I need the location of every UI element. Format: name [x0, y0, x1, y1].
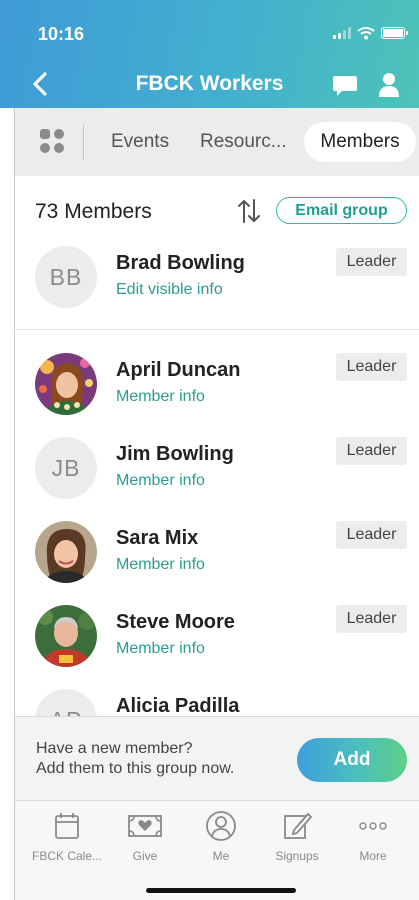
- nav-label: Give: [132, 849, 158, 863]
- add-member-banner: Have a new member? Add them to this grou…: [14, 716, 419, 800]
- chat-icon[interactable]: [332, 74, 358, 98]
- add-member-line1: Have a new member?: [36, 740, 193, 757]
- nav-item-calendar[interactable]: FBCK Cale...: [29, 809, 105, 863]
- avatar: AP: [35, 689, 97, 716]
- grid-icon[interactable]: [39, 128, 65, 154]
- member-row[interactable]: Steve Moore Member info Leader: [15, 605, 419, 687]
- member-info-link[interactable]: Member info: [116, 640, 205, 658]
- member-name: Brad Bowling: [116, 252, 245, 274]
- wifi-icon: [357, 27, 375, 40]
- tab-resources[interactable]: Resourc...: [200, 131, 287, 153]
- member-info-link[interactable]: Member info: [116, 388, 205, 406]
- member-row-self[interactable]: BB Brad Bowling Edit visible info Leader: [15, 246, 419, 328]
- user-circle-icon: [206, 811, 236, 841]
- nav-item-signups[interactable]: Signups: [259, 809, 335, 863]
- add-member-button[interactable]: Add: [297, 738, 407, 782]
- edit-icon: [284, 812, 313, 839]
- leader-badge: Leader: [336, 248, 407, 276]
- nav-item-give[interactable]: Give: [107, 809, 183, 863]
- group-tabs: Events Resourc... Members: [14, 108, 419, 176]
- member-name: Alicia Padilla: [116, 695, 240, 716]
- person-icon[interactable]: [378, 72, 400, 98]
- divider: [15, 329, 419, 330]
- email-group-button[interactable]: Email group: [276, 197, 407, 224]
- status-time: 10:16: [38, 24, 85, 44]
- nav-label: Me: [212, 849, 230, 863]
- status-indicators: [333, 24, 408, 42]
- signal-icon: [333, 27, 351, 39]
- add-member-line2: Add them to this group now.: [36, 760, 235, 777]
- member-name: Steve Moore: [116, 611, 235, 633]
- edit-visible-info-link[interactable]: Edit visible info: [116, 281, 223, 299]
- avatar-photo: [35, 521, 97, 583]
- tab-events[interactable]: Events: [111, 131, 169, 153]
- member-name: April Duncan: [116, 359, 241, 381]
- leader-badge: Leader: [336, 353, 407, 381]
- sort-icon[interactable]: [237, 198, 261, 224]
- members-list[interactable]: 73 Members Email group BB Brad Bowling E…: [14, 176, 419, 716]
- add-member-prompt: Have a new member? Add them to this grou…: [36, 739, 234, 779]
- bottom-navigation: FBCK Cale... Give Me Signups More: [14, 800, 419, 900]
- nav-label: More: [359, 849, 387, 863]
- nav-label: Signups: [275, 849, 319, 863]
- avatar: BB: [35, 246, 97, 308]
- nav-item-more[interactable]: More: [335, 809, 411, 863]
- give-icon: [128, 815, 162, 837]
- app-header: 10:16 FBCK Workers: [0, 0, 419, 108]
- nav-label: FBCK Cale...: [31, 849, 103, 863]
- home-indicator[interactable]: [146, 888, 296, 893]
- member-info-link[interactable]: Member info: [116, 556, 205, 574]
- nav-item-me[interactable]: Me: [183, 809, 259, 863]
- member-row[interactable]: JB Jim Bowling Member info Leader: [15, 437, 419, 519]
- avatar: JB: [35, 437, 97, 499]
- member-row[interactable]: April Duncan Member info Leader: [15, 353, 419, 435]
- member-row[interactable]: Sara Mix Member info Leader: [15, 521, 419, 603]
- leader-badge: Leader: [336, 437, 407, 465]
- avatar-photo: [35, 605, 97, 667]
- tab-members[interactable]: Members: [304, 122, 416, 162]
- member-name: Sara Mix: [116, 527, 199, 549]
- tab-divider: [83, 124, 84, 160]
- member-info-link[interactable]: Member info: [116, 472, 205, 490]
- leader-badge: Leader: [336, 605, 407, 633]
- more-icon: [359, 822, 387, 830]
- leader-badge: Leader: [336, 521, 407, 549]
- member-name: Jim Bowling: [116, 443, 234, 465]
- avatar-photo: [35, 353, 97, 415]
- battery-icon: [381, 27, 408, 39]
- member-count: 73 Members: [35, 200, 152, 223]
- member-row[interactable]: AP Alicia Padilla: [15, 689, 419, 716]
- calendar-icon: [55, 813, 79, 839]
